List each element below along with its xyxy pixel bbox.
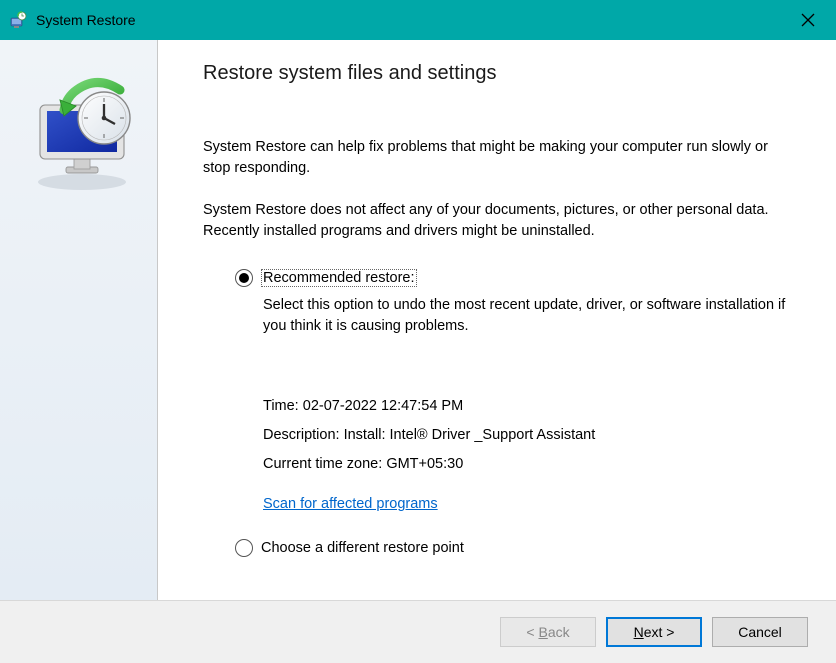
close-icon bbox=[801, 13, 815, 27]
restore-description: Description: Install: Intel® Driver _Sup… bbox=[263, 425, 791, 446]
recommended-label: Recommended restore: bbox=[261, 269, 417, 287]
scan-affected-programs-link[interactable]: Scan for affected programs bbox=[263, 494, 438, 515]
restore-options: Recommended restore: Select this option … bbox=[235, 269, 791, 336]
restore-point-details: Time: 02-07-2022 12:47:54 PM Description… bbox=[263, 396, 791, 514]
restore-timezone: Current time zone: GMT+05:30 bbox=[263, 454, 791, 475]
radio-recommended[interactable] bbox=[235, 269, 253, 287]
back-button: < Back bbox=[500, 617, 596, 647]
radio-choose-different[interactable] bbox=[235, 539, 253, 557]
wizard-footer: < Back Next > Cancel bbox=[0, 600, 836, 663]
recommended-description: Select this option to undo the most rece… bbox=[263, 295, 791, 336]
wizard-main: Restore system files and settings System… bbox=[158, 40, 836, 600]
cancel-button[interactable]: Cancel bbox=[712, 617, 808, 647]
recommended-restore-option[interactable]: Recommended restore: bbox=[235, 269, 791, 287]
close-button[interactable] bbox=[788, 5, 828, 35]
intro-paragraph-2: System Restore does not affect any of yo… bbox=[203, 200, 791, 241]
window-title: System Restore bbox=[36, 12, 136, 28]
content-area: Restore system files and settings System… bbox=[0, 40, 836, 600]
system-restore-graphic bbox=[24, 70, 134, 180]
restore-time: Time: 02-07-2022 12:47:54 PM bbox=[263, 396, 791, 417]
app-icon bbox=[8, 10, 28, 30]
next-button[interactable]: Next > bbox=[606, 617, 702, 647]
wizard-sidebar bbox=[0, 40, 158, 600]
page-title: Restore system files and settings bbox=[203, 62, 791, 85]
alternate-restore-option[interactable]: Choose a different restore point bbox=[235, 539, 791, 557]
intro-paragraph-1: System Restore can help fix problems tha… bbox=[203, 137, 791, 178]
titlebar: System Restore bbox=[0, 0, 836, 40]
choose-different-label: Choose a different restore point bbox=[261, 540, 464, 556]
